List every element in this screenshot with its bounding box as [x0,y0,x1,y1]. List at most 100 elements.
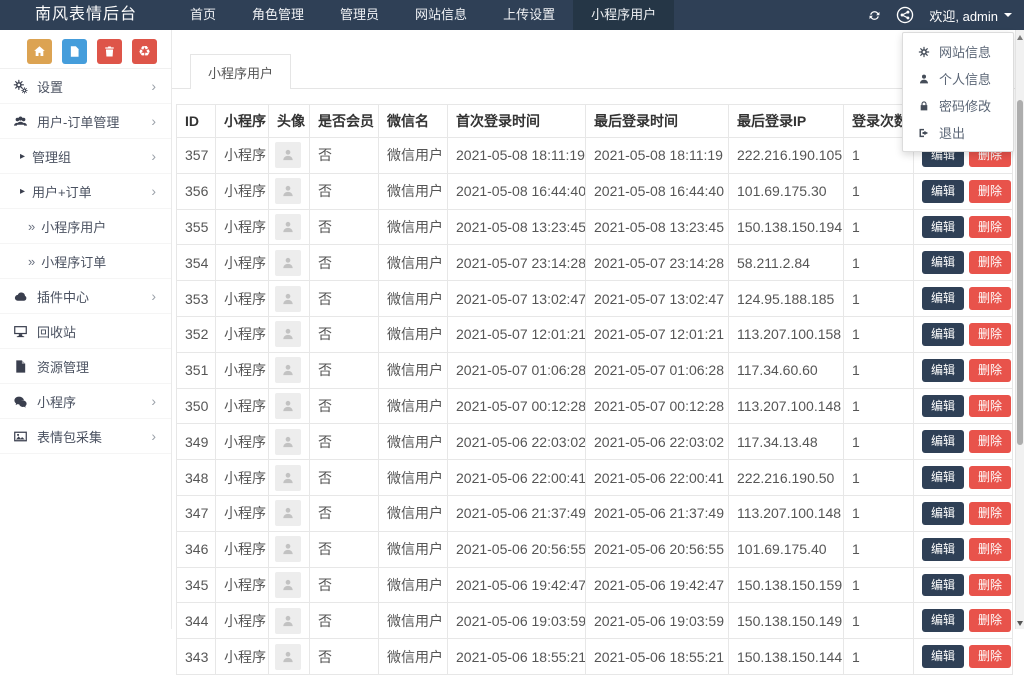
column-header: ID [176,104,216,138]
person-placeholder-icon [281,292,295,306]
chevron-right-icon: › [151,113,156,129]
edit-button[interactable]: 编辑 [922,430,965,454]
sidebar-item-设置[interactable]: 设置 › [0,69,171,104]
sidebar-item-管理组[interactable]: ▸ 管理组 › [0,139,171,174]
gears-icon [10,79,30,94]
cell-last_ip: 113.207.100.158 [728,315,844,353]
cell-is_member: 否 [309,172,379,210]
dropdown-item-个人信息[interactable]: 个人信息 [903,65,1013,92]
scrollbar-up-arrow-icon[interactable] [1017,35,1023,40]
edit-button[interactable]: 编辑 [922,394,965,418]
cell-avatar [268,208,310,246]
cell-mini_program: 小程序 [215,244,269,282]
submenu-prefix-icon: ▸ [20,185,26,197]
cell-mini_program: 小程序 [215,208,269,246]
users-table: ID小程序头像是否会员微信名首次登录时间最后登录时间最后登录IP登录次数操作 3… [176,104,1013,675]
delete-button[interactable]: 删除 [969,573,1012,597]
cell-last_login: 2021-05-06 22:00:41 [585,459,729,496]
nav-item-2[interactable]: 管理员 [322,0,397,30]
table-row: 353 小程序否微信用户 2021-05-07 13:02:47 2021-05-07… [176,280,1013,317]
sidebar-item-插件中心[interactable]: 插件中心 › [0,279,171,314]
edit-button[interactable]: 编辑 [922,501,965,525]
person-placeholder-icon [281,650,295,664]
nav-item-4[interactable]: 上传设置 [485,0,573,30]
dropdown-item-退出[interactable]: 退出 [903,119,1013,146]
sidebar-item-小程序[interactable]: 小程序 › [0,384,171,419]
cell-id: 351 [176,351,216,389]
sidebar-item-用户+订单[interactable]: ▸ 用户+订单 › [0,174,171,209]
cell-avatar [268,244,310,282]
delete-button[interactable]: 删除 [969,645,1012,668]
sidebar-item-用户-订单管理[interactable]: 用户-订单管理 › [0,104,171,139]
quick-recycle-button[interactable]: ♻ [132,39,157,64]
quick-trash-button[interactable] [97,39,122,64]
person-placeholder-icon [281,363,295,377]
dropdown-item-label: 密码修改 [939,99,992,114]
nav-item-0[interactable]: 首页 [172,0,234,30]
edit-button[interactable]: 编辑 [922,645,965,668]
cell-last_ip: 150.138.150.194 [728,208,844,246]
tab-mini-program-users[interactable]: 小程序用户 [190,54,292,89]
quick-file-button[interactable] [62,39,87,64]
delete-button[interactable]: 删除 [969,251,1012,275]
avatar [275,428,301,455]
delete-button[interactable]: 删除 [969,430,1012,454]
sidebar-item-小程序用户[interactable]: » 小程序用户 [0,209,171,244]
edit-button[interactable]: 编辑 [922,466,965,489]
delete-button[interactable]: 删除 [969,179,1012,203]
delete-button[interactable]: 删除 [969,501,1012,525]
cell-mini_program: 小程序 [215,638,269,675]
cell-last_ip: 150.138.150.159 [728,566,844,604]
cell-last_ip: 101.69.175.40 [728,530,844,568]
cell-last_login: 2021-05-08 13:23:45 [585,208,729,246]
edit-button[interactable]: 编辑 [922,215,965,239]
scrollbar-thumb[interactable] [1017,100,1023,445]
cell-last_login: 2021-05-06 20:56:55 [585,530,729,568]
vertical-scrollbar[interactable] [1015,30,1024,629]
sidebar-quick-buttons: ♻ [0,30,171,69]
delete-button[interactable]: 删除 [969,466,1012,489]
cell-last_login: 2021-05-06 19:03:59 [585,602,729,640]
cell-wechat_name: 微信用户 [378,566,448,604]
delete-button[interactable]: 删除 [969,287,1012,310]
cell-avatar [268,602,310,640]
delete-button[interactable]: 删除 [969,394,1012,418]
refresh-icon[interactable] [868,9,881,22]
edit-button[interactable]: 编辑 [922,179,965,203]
edit-button[interactable]: 编辑 [922,537,965,561]
sidebar-item-小程序订单[interactable]: » 小程序订单 [0,244,171,279]
quick-home-button[interactable] [27,39,52,64]
avatar [275,607,301,634]
scrollbar-down-arrow-icon[interactable] [1017,621,1023,626]
submenu-prefix-icon: ▸ [20,150,26,162]
sidebar-item-回收站[interactable]: 回收站 [0,314,171,349]
cell-first_login: 2021-05-06 22:03:02 [447,423,586,461]
sidebar-item-资源管理[interactable]: 资源管理 [0,349,171,384]
nav-item-5[interactable]: 小程序用户 [573,0,675,30]
cell-id: 343 [176,638,216,675]
nav-item-1[interactable]: 角色管理 [234,0,322,30]
dropdown-item-网站信息[interactable]: 网站信息 [903,38,1013,65]
cell-is_member: 否 [309,244,379,282]
edit-button[interactable]: 编辑 [922,322,965,346]
sidebar-item-表情包采集[interactable]: 表情包采集 › [0,419,171,454]
edit-button[interactable]: 编辑 [922,358,965,382]
nav-item-3[interactable]: 网站信息 [397,0,485,30]
delete-button[interactable]: 删除 [969,537,1012,561]
dropdown-item-密码修改[interactable]: 密码修改 [903,92,1013,119]
cell-actions: 编辑 删除 [913,315,1013,353]
edit-button[interactable]: 编辑 [922,573,965,597]
user-circle-icon[interactable] [896,6,914,24]
edit-button[interactable]: 编辑 [922,251,965,275]
cell-last_login: 2021-05-08 16:44:40 [585,172,729,210]
cell-wechat_name: 微信用户 [378,423,448,461]
edit-button[interactable]: 编辑 [922,287,965,310]
user-menu-toggle[interactable]: 欢迎, admin [929,6,1012,25]
delete-button[interactable]: 删除 [969,322,1012,346]
cell-mini_program: 小程序 [215,172,269,210]
cell-last_login: 2021-05-07 23:14:28 [585,244,729,282]
delete-button[interactable]: 删除 [969,358,1012,382]
delete-button[interactable]: 删除 [969,215,1012,239]
cell-avatar [268,351,310,389]
cell-actions: 编辑 删除 [913,387,1013,425]
